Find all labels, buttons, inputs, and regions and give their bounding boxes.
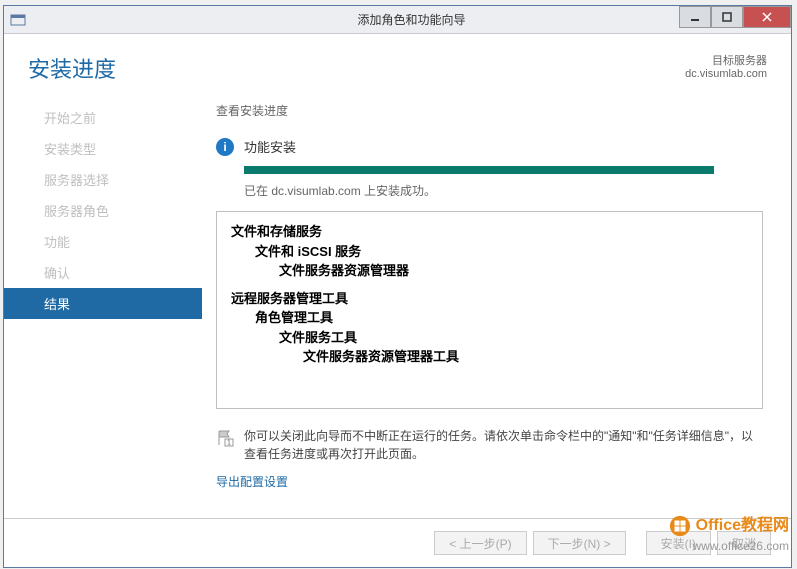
success-message: 已在 dc.visumlab.com 上安装成功。 [244,182,763,199]
target-value: dc.visumlab.com [685,68,767,80]
feature-item: 文件服务器资源管理器 [279,261,748,281]
flag-icon: 1 [216,429,234,447]
page-title: 安装进度 [28,52,116,84]
progress-bar [244,166,714,174]
export-config-link[interactable]: 导出配置设置 [216,473,763,490]
minimize-button[interactable] [679,6,711,28]
svg-text:1: 1 [227,440,231,447]
main-panel: 查看安装进度 i 功能安装 已在 dc.visumlab.com 上安装成功。 … [202,98,791,518]
feature-item: 文件和 iSCSI 服务 [255,242,748,262]
feature-item: 文件服务工具 [279,328,748,348]
footer: < 上一步(P) 下一步(N) > 安装(I) 取消 [4,518,791,567]
feature-list: 文件和存储服务 文件和 iSCSI 服务 文件服务器资源管理器 远程服务器管理工… [216,211,763,409]
sidebar-item-server-select: 服务器选择 [4,164,202,195]
cancel-button: 取消 [717,531,771,555]
titlebar: 添加角色和功能向导 [4,6,791,34]
status-text: 功能安装 [244,137,296,156]
window-title: 添加角色和功能向导 [32,11,791,28]
section-label: 查看安装进度 [216,102,763,119]
maximize-button[interactable] [711,6,743,28]
target-server-info: 目标服务器 dc.visumlab.com [685,52,767,80]
feature-item: 远程服务器管理工具 [231,289,748,309]
status-row: i 功能安装 [216,137,763,156]
window-controls [679,6,791,28]
note-text: 你可以关闭此向导而不中断正在运行的任务。请依次单击命令栏中的"通知"和"任务详细… [244,427,763,463]
sidebar: 开始之前 安装类型 服务器选择 服务器角色 功能 确认 结果 [4,98,202,518]
target-label: 目标服务器 [685,52,767,68]
close-button[interactable] [743,6,791,28]
feature-item: 文件服务器资源管理器工具 [303,347,748,367]
body: 开始之前 安装类型 服务器选择 服务器角色 功能 确认 结果 查看安装进度 i … [4,92,791,518]
next-button: 下一步(N) > [533,531,626,555]
sidebar-item-results[interactable]: 结果 [4,288,202,319]
sidebar-item-server-roles: 服务器角色 [4,195,202,226]
prev-button: < 上一步(P) [434,531,526,555]
sidebar-item-confirm: 确认 [4,257,202,288]
header: 安装进度 目标服务器 dc.visumlab.com [4,34,791,92]
content-area: 安装进度 目标服务器 dc.visumlab.com 开始之前 安装类型 服务器… [4,34,791,567]
app-icon [4,6,32,34]
sidebar-item-features: 功能 [4,226,202,257]
note-row: 1 你可以关闭此向导而不中断正在运行的任务。请依次单击命令栏中的"通知"和"任务… [216,427,763,463]
feature-item: 文件和存储服务 [231,222,748,242]
wizard-window: 添加角色和功能向导 安装进度 目标服务器 dc.visumlab.com 开始之… [3,5,792,568]
info-icon: i [216,138,234,156]
sidebar-item-before-begin: 开始之前 [4,102,202,133]
feature-item: 角色管理工具 [255,308,748,328]
install-button: 安装(I) [646,531,711,555]
sidebar-item-install-type: 安装类型 [4,133,202,164]
